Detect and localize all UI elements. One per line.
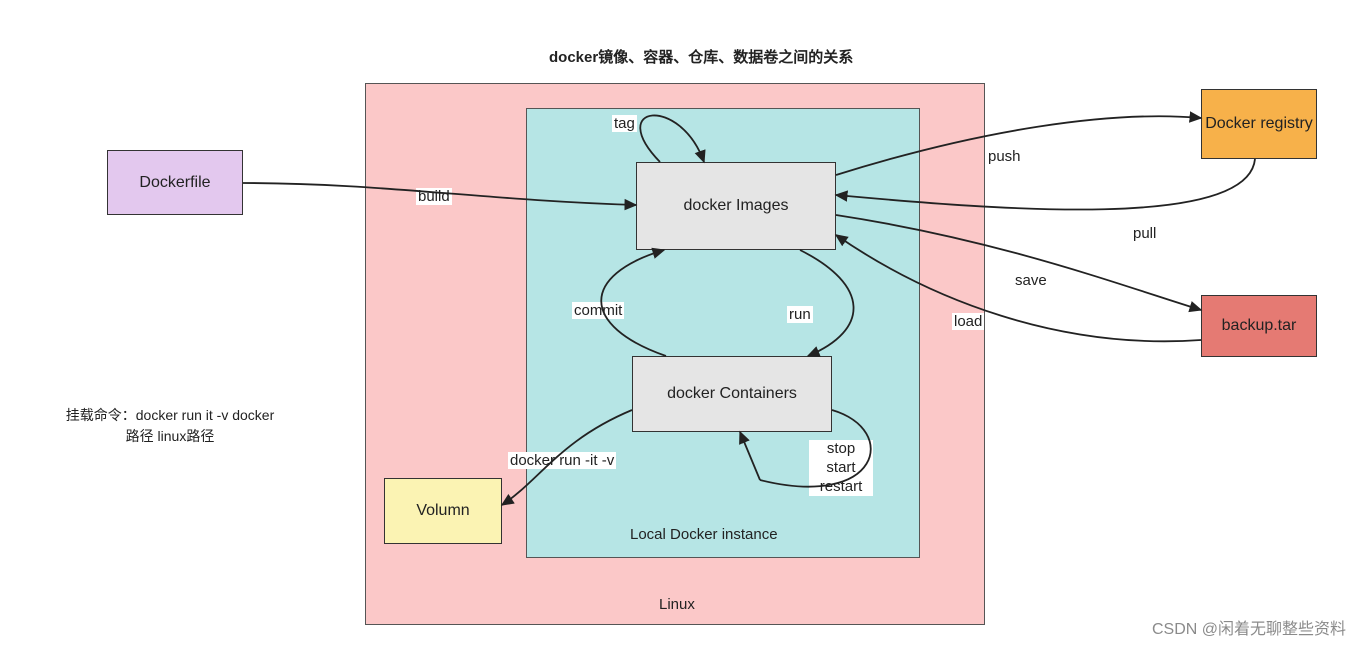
containers-box: docker Containers (632, 356, 832, 432)
registry-text: Docker registry (1205, 114, 1313, 135)
push-label: push (986, 148, 1023, 165)
watermark: CSDN @闲着无聊整些资料 (1152, 615, 1346, 639)
diagram-title: docker镜像、容器、仓库、数据卷之间的关系 (549, 46, 853, 67)
run-label: run (787, 306, 813, 323)
stop-start-restart-label: stopstartrestart (809, 440, 873, 496)
commit-label: commit (572, 302, 624, 319)
build-label: build (416, 188, 452, 205)
linux-label: Linux (657, 596, 697, 613)
registry-box: Docker registry (1201, 89, 1317, 159)
volumn-box: Volumn (384, 478, 502, 544)
local-instance-label: Local Docker instance (628, 526, 780, 543)
save-label: save (1013, 272, 1049, 289)
dockerfile-box: Dockerfile (107, 150, 243, 215)
load-label: load (952, 313, 984, 330)
mount-note: 挂载命令：docker run it -v docker路径 linux路径 (30, 405, 310, 447)
docker-run-v-label: docker run -it -v (508, 452, 616, 469)
backup-box: backup.tar (1201, 295, 1317, 357)
tag-label: tag (612, 115, 637, 132)
pull-label: pull (1131, 225, 1158, 242)
images-box: docker Images (636, 162, 836, 250)
